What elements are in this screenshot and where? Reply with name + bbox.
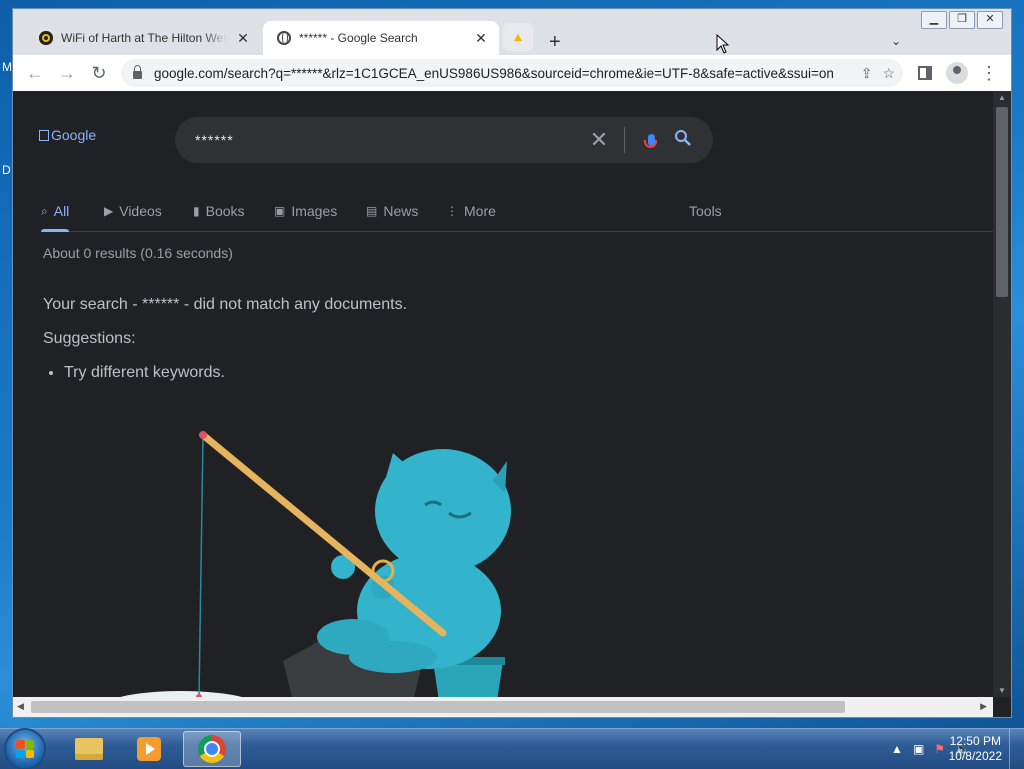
google-logo[interactable]: Google [39,127,96,143]
side-panel-icon [918,66,932,80]
tab-title: ****** - Google Search [299,31,418,45]
tab-label: News [383,203,419,219]
clock-time: 12:50 PM [949,734,1001,748]
new-tab-button[interactable]: + [549,31,561,54]
search-nav-tabs: ⌕ All ▶ Videos ▮ Books ▣ Images ▤ News ⋮… [41,191,993,232]
scroll-up-icon[interactable]: ▲ [998,93,1006,102]
search-button[interactable] [667,129,699,152]
microphone-icon [643,134,657,148]
suggestions-heading: Suggestions: [43,330,136,347]
tab-label: Images [291,203,338,219]
tab-images[interactable]: ▣ Images [274,191,337,231]
list-item: Try different keywords. [64,364,225,382]
taskbar-chrome[interactable] [183,731,241,767]
tools-button[interactable]: Tools [689,191,722,231]
network-icon[interactable]: ▣ [913,742,924,756]
rod-tip [199,431,207,439]
show-hidden-icons-icon[interactable]: ▲ [891,742,903,756]
tab-news[interactable]: ▤ News [366,191,418,231]
tab-label: Books [205,203,245,219]
scrollbar-thumb[interactable] [31,701,845,713]
scroll-left-icon[interactable]: ◀ [17,701,24,712]
tab-title: WiFi of Harth at The Hilton Westwood [61,31,227,45]
vertical-scrollbar[interactable]: ▲ ▼ [993,91,1011,697]
reload-button[interactable]: ↻ [83,57,115,89]
result-stats: About 0 results (0.16 seconds) [43,245,233,261]
more-icon: ⋮ [446,204,458,218]
tab-label: More [464,203,496,219]
share-icon[interactable]: ⇪ [861,65,873,82]
image-icon: ▣ [274,204,286,218]
scrollbar-thumb[interactable] [996,107,1008,297]
tab-books[interactable]: ▮ Books [193,191,245,231]
voice-search-button[interactable] [635,134,667,148]
search-input[interactable]: ****** [195,132,584,148]
tab-loading[interactable] [503,23,533,51]
warning-icon [514,33,522,41]
tab-label: All [53,203,70,219]
action-center-icon[interactable]: ⚑ [934,742,945,756]
tab-wifi[interactable]: WiFi of Harth at The Hilton Westwood ✕ [25,21,261,55]
fishing-line [198,436,204,697]
divider [624,127,625,153]
back-button[interactable]: ← [19,57,51,89]
clock-date: 10/8/2022 [948,749,1002,763]
forward-button[interactable]: → [51,57,83,89]
tab-close-button[interactable]: ✕ [473,30,489,47]
page-content: Google ****** ✕ ⌕ All ▶ Videos ▮ Books ▣… [13,91,993,697]
tab-videos[interactable]: ▶ Videos [104,191,162,231]
bookmark-star-icon[interactable]: ☆ [882,65,895,82]
book-icon: ▮ [193,204,200,218]
tab-label: Videos [119,203,162,219]
show-desktop-button[interactable] [1009,729,1024,769]
no-results-message: Your search - ****** - did not match any… [43,296,408,313]
mouse-cursor-icon [716,34,730,54]
logo-alt-text: Google [51,127,97,143]
url-text[interactable]: google.com/search?q=******&rlz=1C1GCEA_e… [154,66,851,81]
menu-button[interactable]: ⋮ [973,57,1005,89]
search-icon: ⌕ [41,203,48,218]
wifi-icon [39,31,53,45]
scroll-right-icon[interactable]: ▶ [980,701,987,712]
suggestions-list: Try different keywords. [43,354,225,382]
desktop-icon-label: M [2,60,12,74]
windows-logo-icon [16,740,34,758]
tab-close-button[interactable]: ✕ [235,30,251,47]
chrome-icon [198,735,226,763]
news-icon: ▤ [366,204,378,218]
browser-window: ▁ ❐ ✕ WiFi of Harth at The Hilton Westwo… [12,8,1012,718]
profile-button[interactable] [941,57,973,89]
search-icon [675,129,691,146]
scroll-down-icon[interactable]: ▼ [998,686,1006,695]
taskbar: ▲ ▣ ⚑ 🔈 12:50 PM 10/8/2022 [0,728,1024,769]
video-icon: ▶ [104,204,114,218]
lock-icon[interactable] [133,64,142,79]
folder-icon [75,738,103,760]
tab-strip: WiFi of Harth at The Hilton Westwood ✕ *… [13,19,1011,55]
start-button[interactable] [6,730,44,768]
address-bar[interactable]: google.com/search?q=******&rlz=1C1GCEA_e… [121,59,903,87]
desktop-icon-label: D [2,163,11,177]
taskbar-media-player[interactable] [120,731,178,767]
tab-all[interactable]: ⌕ All [41,191,70,232]
broken-image-icon [39,129,49,141]
browser-toolbar: ← → ↻ google.com/search?q=******&rlz=1C1… [13,55,1011,91]
tab-google-search[interactable]: ****** - Google Search ✕ [263,21,499,55]
side-panel-button[interactable] [909,57,941,89]
avatar [946,62,968,84]
taskbar-file-explorer[interactable] [60,731,118,767]
search-box[interactable]: ****** ✕ [175,117,713,163]
horizontal-scrollbar[interactable]: ◀ ▶ [13,697,993,717]
fishing-monster-illustration [120,431,511,697]
globe-icon [277,31,291,45]
monster-leg [349,641,437,673]
clear-icon[interactable]: ✕ [584,127,614,153]
tab-search-button[interactable]: ⌄ [891,34,901,48]
clock[interactable]: 12:50 PM 10/8/2022 [949,734,1002,764]
media-player-icon [137,737,161,761]
scroll-corner [993,697,1011,717]
tab-more[interactable]: ⋮ More [446,191,496,231]
